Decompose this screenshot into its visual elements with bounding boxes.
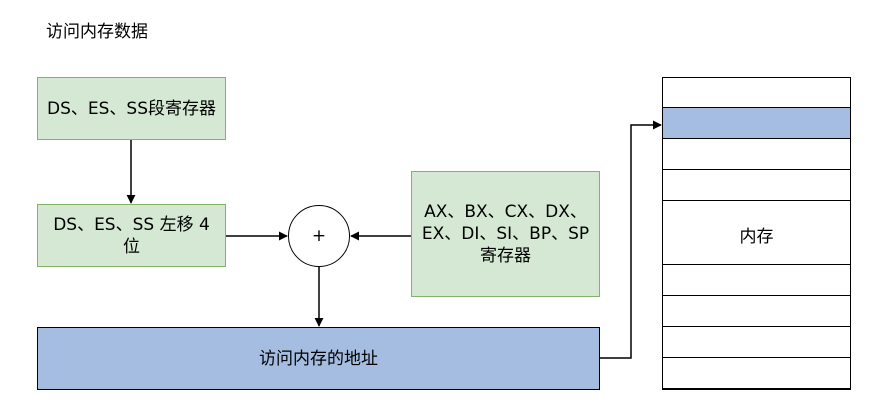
- connector-arrows: [126, 120, 662, 359]
- arrow-address-to-memory: [600, 120, 662, 359]
